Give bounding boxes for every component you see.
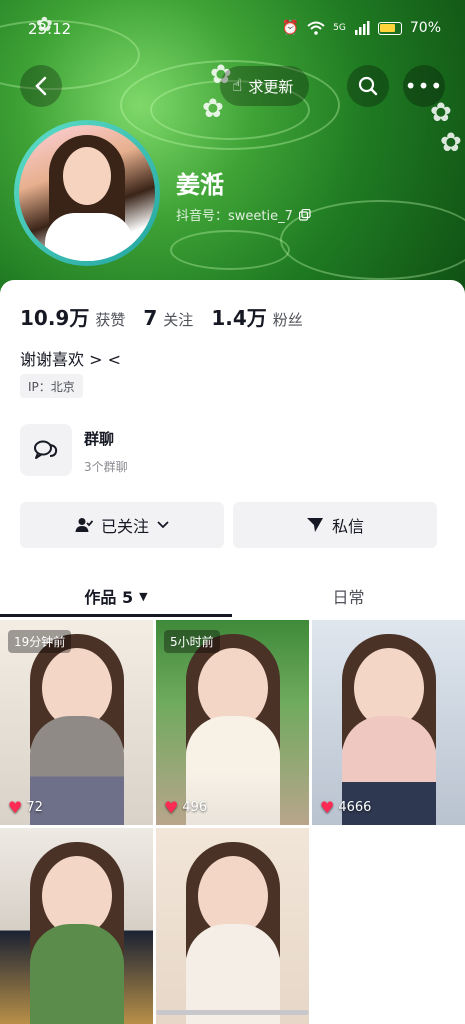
home-indicator [156, 1010, 309, 1015]
back-button[interactable] [20, 65, 62, 107]
post-time-badge: 5小时前 [164, 630, 220, 653]
post-tile[interactable]: 5小时前 ♥ 496 [156, 620, 309, 825]
request-update-button[interactable]: ☝ 求更新 [220, 66, 310, 106]
stat-label: 粉丝 [272, 311, 303, 329]
more-button[interactable]: ••• [403, 65, 445, 107]
tab-daily-label: 日常 [332, 588, 365, 607]
group-chat-icon-box [20, 424, 72, 476]
stat-followers[interactable]: 1.4万 粉丝 [211, 302, 302, 331]
post-likes-count: 72 [26, 800, 43, 815]
search-icon [358, 76, 378, 96]
tab-works-label: 作品 5 [84, 588, 134, 607]
chevron-down-icon [157, 521, 169, 529]
douyin-id-text: 抖音号：sweetie_7 [176, 209, 293, 224]
post-likes: ♥ 4666 [320, 798, 371, 817]
post-likes: ♥ 496 [164, 798, 207, 817]
status-bar: 23:12 ⏰ 5G 70% [0, 0, 465, 56]
post-tile[interactable]: ♥ 4666 [312, 620, 465, 825]
avatar[interactable] [14, 120, 160, 266]
status-time: 23:12 [28, 20, 72, 38]
battery-percent: 70% [409, 20, 441, 36]
battery-icon [377, 21, 402, 35]
avatar-image [19, 125, 155, 261]
wifi-icon [307, 21, 325, 35]
heart-icon: ♥ [164, 798, 179, 817]
post-likes: ♥ 72 [8, 798, 43, 817]
douyin-id[interactable]: 抖音号：sweetie_7 [176, 205, 311, 224]
caret-down-icon: ▼ [139, 589, 148, 603]
request-update-label: 求更新 [248, 77, 294, 96]
stat-number: 10.9万 [20, 306, 90, 330]
profile-stats: 10.9万 获赞 7 关注 1.4万 粉丝 [20, 302, 303, 331]
stat-following[interactable]: 7 关注 [143, 306, 193, 330]
post-tile[interactable]: 19分钟前 ♥ 72 [0, 620, 153, 825]
chevron-left-icon [35, 76, 47, 96]
alarm-icon: ⏰ [281, 20, 300, 36]
message-label: 私信 [331, 517, 364, 536]
heart-icon: ♥ [320, 798, 335, 817]
stat-number: 1.4万 [211, 306, 267, 330]
network-label: 5G [333, 23, 346, 33]
followed-button[interactable]: 已关注 [20, 502, 224, 548]
chat-bubbles-icon [34, 440, 58, 459]
followed-label: 已关注 [100, 517, 149, 536]
heart-icon: ♥ [8, 798, 23, 817]
tab-indicator [0, 614, 232, 617]
post-tile[interactable] [156, 828, 309, 1024]
group-chat-entry[interactable]: 群聊 3个群聊 [20, 424, 440, 476]
stat-label: 获赞 [95, 311, 126, 329]
user-check-icon [75, 518, 93, 532]
flower-decoration-icon: ✿ [440, 128, 462, 158]
signal-icon [354, 21, 370, 35]
status-icons: ⏰ 5G 70% [282, 20, 441, 36]
content-tabs: 作品 5 ▼ 日常 [0, 574, 465, 618]
top-nav: ☝ 求更新 ••• [0, 64, 465, 108]
post-likes-count: 496 [182, 800, 208, 815]
more-dots-icon: ••• [404, 74, 444, 98]
ip-location-tag: IP：北京 [20, 374, 83, 398]
group-chat-count: 3个群聊 [84, 460, 128, 474]
tab-daily[interactable]: 日常 [232, 574, 465, 618]
post-time-badge: 19分钟前 [8, 630, 72, 653]
stat-label: 关注 [163, 311, 194, 329]
tab-works[interactable]: 作品 5 ▼ [0, 574, 232, 618]
stat-likes[interactable]: 10.9万 获赞 [20, 302, 125, 331]
hand-tap-icon: ☝ [232, 76, 243, 96]
group-chat-title: 群聊 [84, 430, 115, 448]
stat-number: 7 [143, 306, 158, 330]
post-tile[interactable] [0, 828, 153, 1024]
search-button[interactable] [347, 65, 389, 107]
post-likes-count: 4666 [338, 800, 372, 815]
copy-icon[interactable] [298, 208, 311, 221]
message-button[interactable]: 私信 [233, 502, 437, 548]
profile-bio: 谢谢喜欢 > < [20, 350, 121, 369]
profile-name: 姜湉 [176, 170, 224, 199]
send-icon [306, 518, 323, 532]
